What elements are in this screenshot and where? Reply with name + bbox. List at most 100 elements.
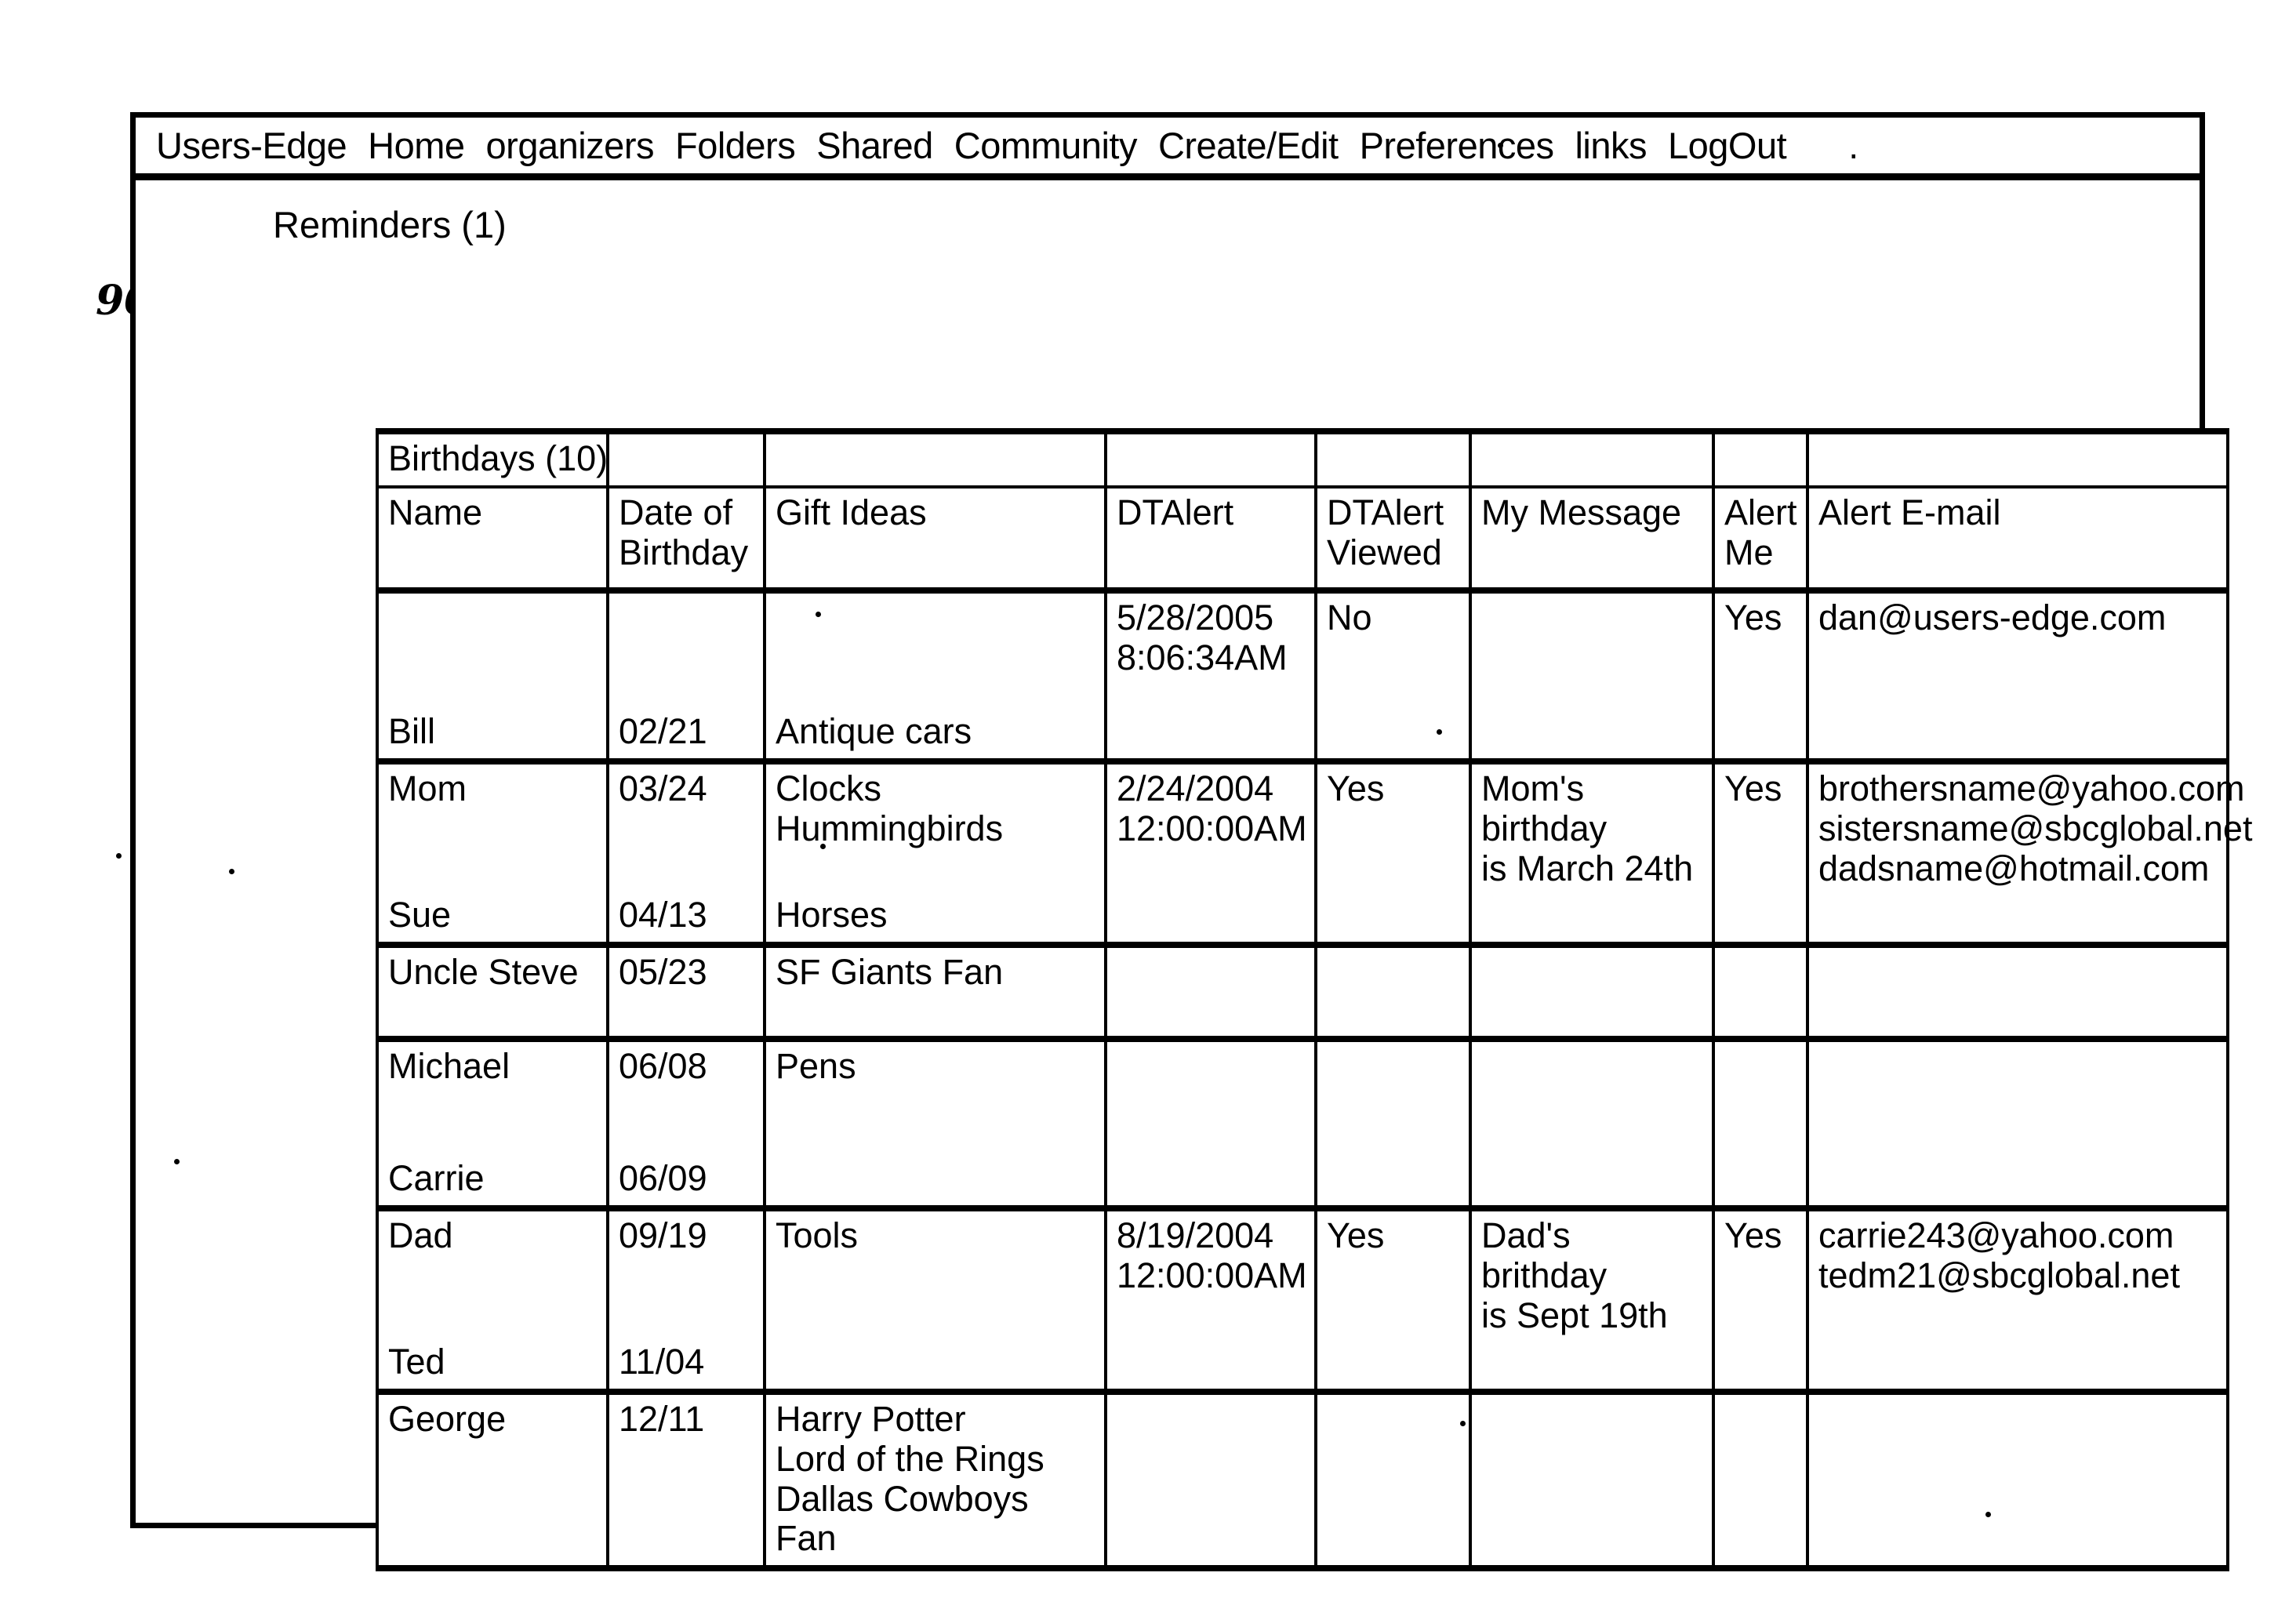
cell-dtalert[interactable] xyxy=(1104,941,1317,1042)
cell-alert-email[interactable] xyxy=(1806,941,2229,1042)
cell-name[interactable]: George xyxy=(376,1388,609,1572)
cell-dob[interactable]: 03/24 04/13 xyxy=(606,757,766,948)
cell-alert-email[interactable]: brothersname@yahoo.com sistersname@sbcgl… xyxy=(1806,757,2253,948)
cell-dtalert[interactable] xyxy=(1104,1035,1317,1211)
cell-message-line2: is Sept 19th xyxy=(1481,1295,1668,1335)
column-header-alert-email[interactable]: Alert E-mail xyxy=(1806,485,2229,594)
nav-item-preferences[interactable]: Preferences xyxy=(1360,127,1554,164)
column-header-dtalert-line1: DTAlert xyxy=(1117,492,1234,532)
cell-name[interactable]: Mom Sue xyxy=(376,757,609,948)
column-header-dtalert[interactable]: DTAlert xyxy=(1104,485,1317,594)
scan-speck xyxy=(969,1389,975,1395)
column-header-my-message[interactable]: My Message xyxy=(1469,485,1715,594)
column-header-dob-line2: Birthday xyxy=(619,532,749,572)
cell-dtalert-viewed[interactable] xyxy=(1314,1388,1472,1572)
nav-item-users-edge[interactable]: Users-Edge xyxy=(156,127,347,164)
cell-gift-top-line1: Harry Potter xyxy=(776,1398,966,1439)
cell-gift-top: Clocks Hummingbirds xyxy=(776,768,1096,849)
column-header-name-line1: Name xyxy=(388,492,483,532)
birthdays-table-container: Birthdays (10) Name Date of Birthday Gif… xyxy=(376,428,2253,1572)
column-header-name[interactable]: Name xyxy=(376,485,609,594)
scan-speck xyxy=(816,612,821,617)
cell-alert-me[interactable] xyxy=(1712,941,1809,1042)
cell-name[interactable]: Michael Carrie xyxy=(376,1035,609,1211)
table-row[interactable]: Uncle Steve 05/23 SF Giants Fan xyxy=(376,941,2229,1042)
cell-alert-me[interactable]: Yes xyxy=(1712,757,1809,948)
column-header-gift-line1: Gift Ideas xyxy=(776,492,927,532)
cell-alert-me[interactable] xyxy=(1712,1035,1809,1211)
cell-name[interactable]: Bill xyxy=(376,587,609,764)
cell-dtalert[interactable]: 8/19/2004 12:00:00AM xyxy=(1104,1204,1317,1395)
nav-item-community[interactable]: Community xyxy=(954,127,1138,164)
cell-message-line2: is March 24th xyxy=(1481,848,1694,888)
nav-item-home[interactable]: Home xyxy=(368,127,465,164)
cell-dob[interactable]: 06/08 06/09 xyxy=(606,1035,766,1211)
cell-email-line2: sistersname@sbcglobal.net xyxy=(1818,808,2253,848)
nav-item-shared[interactable]: Shared xyxy=(816,127,933,164)
cell-name-top: Mom xyxy=(388,768,467,808)
cell-email-line1: carrie243@yahoo.com xyxy=(1818,1215,2174,1255)
cell-my-message[interactable] xyxy=(1469,941,1715,1042)
cell-gift-ideas[interactable]: Pens xyxy=(763,1035,1107,1211)
cell-alert-email[interactable]: dan@users-edge.com xyxy=(1806,587,2229,764)
cell-gift-ideas[interactable]: Harry Potter Lord of the Rings Dallas Co… xyxy=(763,1388,1107,1572)
table-title-row: Birthdays (10) xyxy=(376,428,2229,488)
cell-dob[interactable]: 05/23 xyxy=(606,941,766,1042)
cell-gift-ideas[interactable]: SF Giants Fan xyxy=(763,941,1107,1042)
cell-alert-me[interactable] xyxy=(1712,1388,1809,1572)
table-row[interactable]: Dad Ted 09/19 11/04 Tools 8/19/2004 12:0… xyxy=(376,1204,2229,1395)
cell-dob[interactable]: 09/19 11/04 xyxy=(606,1204,766,1395)
column-header-date-of-birthday[interactable]: Date of Birthday xyxy=(606,485,766,594)
cell-email-line1: dan@users-edge.com xyxy=(1818,597,2167,637)
nav-item-logout[interactable]: LogOut xyxy=(1668,127,1787,164)
cell-dtalert-line2: 12:00:00AM xyxy=(1117,808,1307,848)
cell-dtalert-viewed[interactable] xyxy=(1314,1035,1472,1211)
cell-alert-me[interactable]: Yes xyxy=(1712,587,1809,764)
table-row[interactable]: Michael Carrie 06/08 06/09 Pens xyxy=(376,1035,2229,1211)
cell-alert-email[interactable]: carrie243@yahoo.com tedm21@sbcglobal.net xyxy=(1806,1204,2229,1395)
cell-email-line1: brothersname@yahoo.com xyxy=(1818,768,2245,808)
cell-my-message[interactable]: Dad's brithday is Sept 19th xyxy=(1469,1204,1715,1395)
scan-speck xyxy=(1437,729,1442,735)
cell-alert-me[interactable]: Yes xyxy=(1712,1204,1809,1395)
nav-item-organizers[interactable]: organizers xyxy=(486,127,655,164)
nav-item-links[interactable]: links xyxy=(1575,127,1647,164)
table-row[interactable]: George 12/11 Harry Potter Lord of the Ri… xyxy=(376,1388,2229,1572)
nav-item-folders[interactable]: Folders xyxy=(675,127,796,164)
cell-dob-top: 06/08 xyxy=(619,1045,707,1086)
table-row[interactable]: Bill 02/21 Antique cars 5/28/2005 8:06:3… xyxy=(376,587,2229,764)
column-header-alert-me[interactable]: Alert Me xyxy=(1712,485,1809,594)
cell-alert-email[interactable] xyxy=(1806,1035,2229,1211)
column-header-gift-ideas[interactable]: Gift Ideas xyxy=(763,485,1107,594)
column-header-dtalert-viewed[interactable]: DTAlert Viewed xyxy=(1314,485,1472,594)
cell-dtalert[interactable] xyxy=(1104,1388,1317,1572)
cell-my-message[interactable] xyxy=(1469,1388,1715,1572)
cell-dtalert-viewed[interactable] xyxy=(1314,941,1472,1042)
cell-dtalert[interactable]: 2/24/2004 12:00:00AM xyxy=(1104,757,1317,948)
nav-item-create-edit[interactable]: Create/Edit xyxy=(1158,127,1339,164)
cell-my-message[interactable] xyxy=(1469,1035,1715,1211)
cell-dtalert-viewed[interactable]: Yes xyxy=(1314,1204,1472,1395)
reminders-label[interactable]: Reminders (1) xyxy=(273,206,507,243)
cell-name[interactable]: Uncle Steve xyxy=(376,941,609,1042)
table-row[interactable]: Mom Sue 03/24 04/13 Clocks Hummingbirds xyxy=(376,757,2253,948)
title-row-spacer-6 xyxy=(1469,428,1715,488)
scan-speck xyxy=(1498,143,1503,148)
navigation-bar: Users-Edge Home organizers Folders Share… xyxy=(136,118,2200,180)
cell-gift-ideas[interactable]: Clocks Hummingbirds Horses xyxy=(763,757,1107,948)
cell-gift-ideas[interactable]: Tools xyxy=(763,1204,1107,1395)
cell-dob[interactable]: 02/21 xyxy=(606,587,766,764)
cell-dob[interactable]: 12/11 xyxy=(606,1388,766,1572)
cell-dtalert-line2: 12:00:00AM xyxy=(1117,1255,1307,1295)
cell-my-message[interactable]: Mom's birthday is March 24th xyxy=(1469,757,1715,948)
cell-gift-top-line2: Lord of the Rings xyxy=(776,1438,1044,1479)
title-row-spacer-5 xyxy=(1314,428,1472,488)
cell-name[interactable]: Dad Ted xyxy=(376,1204,609,1395)
cell-gift-top-line2: Hummingbirds xyxy=(776,808,1004,848)
cell-dtalert[interactable]: 5/28/2005 8:06:34AM xyxy=(1104,587,1317,764)
cell-dtalert-viewed[interactable]: No xyxy=(1314,587,1472,764)
birthdays-table: Birthdays (10) Name Date of Birthday Gif… xyxy=(376,428,2253,1572)
cell-my-message[interactable] xyxy=(1469,587,1715,764)
cell-dtalert-viewed[interactable]: Yes xyxy=(1314,757,1472,948)
cell-alert-email[interactable] xyxy=(1806,1388,2229,1572)
